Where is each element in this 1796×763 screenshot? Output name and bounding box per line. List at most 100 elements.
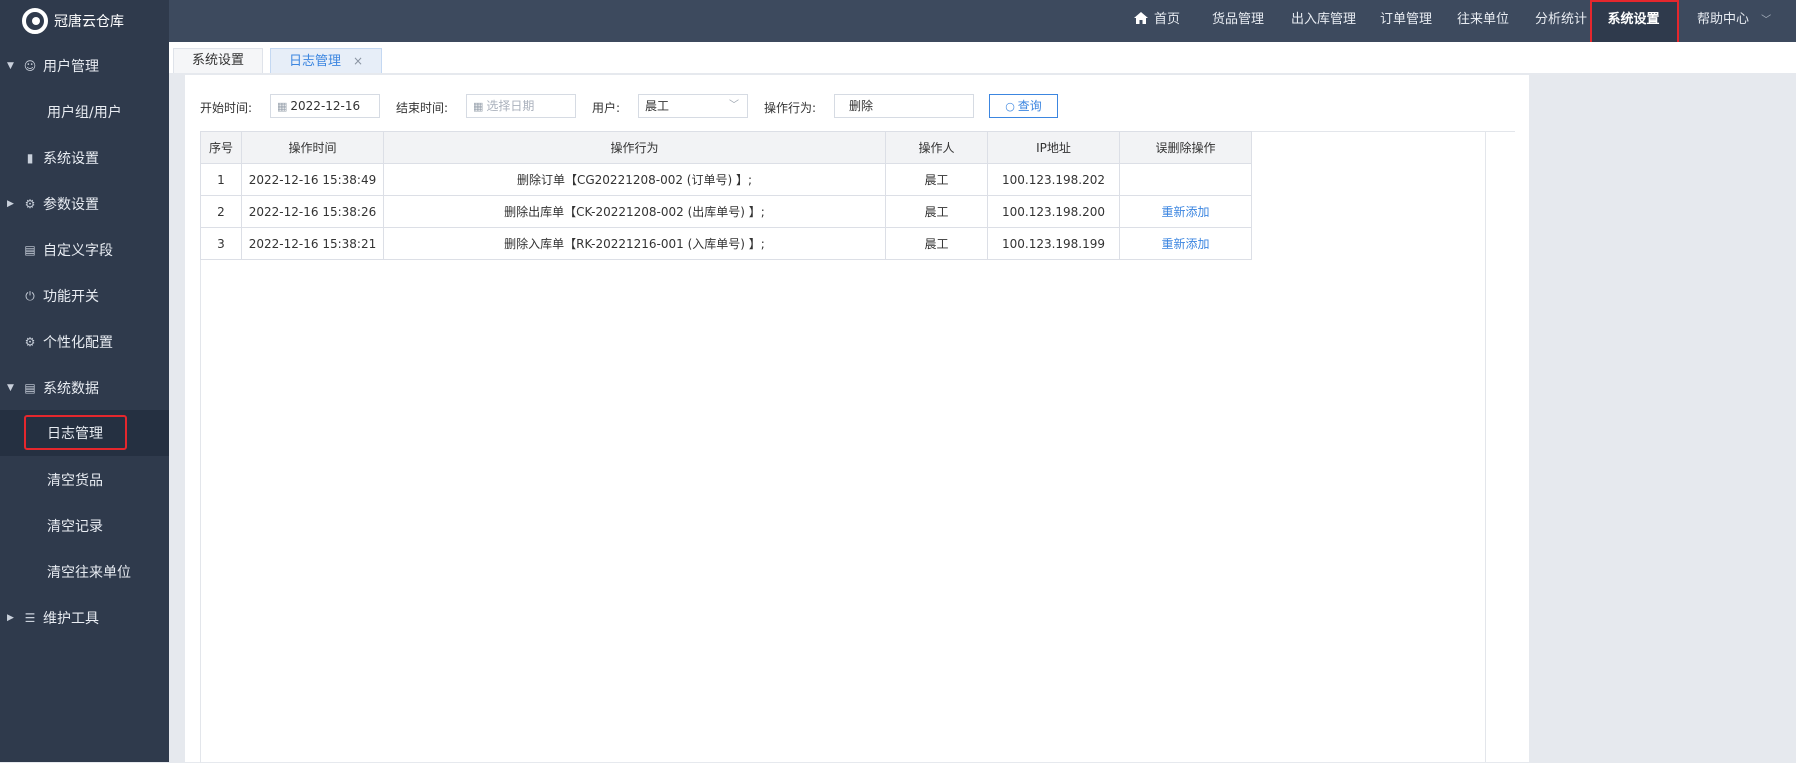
sidebar-item-label: 自定义字段 (43, 243, 113, 259)
nav-partners[interactable]: 往来单位 (1457, 0, 1509, 42)
action-input[interactable]: 删除 (834, 94, 974, 118)
user-select-value: 晨工 (645, 99, 670, 113)
chevron-down-icon: ﹀ (1761, 15, 1772, 26)
sidebar-item-label: 个性化配置 (43, 335, 113, 351)
sidebar-item-maintenance-tools[interactable]: ▶ ☰ 维护工具 (0, 595, 169, 641)
caret-down-icon: ▼ (7, 61, 14, 71)
highlight-box-sidebar (24, 415, 127, 450)
col-header: 操作时间 (241, 131, 384, 164)
nav-label: 帮助中心 (1697, 12, 1750, 27)
cell-operator: 晨工 (885, 195, 988, 228)
cell-time: 2022-12-16 15:38:49 (241, 163, 384, 196)
user-icon: ☺ (23, 59, 37, 73)
sidebar-item-label: 用户组/用户 (47, 105, 122, 121)
logo-icon (22, 8, 48, 34)
end-date-placeholder: 选择日期 (486, 99, 535, 113)
cell-index: 3 (200, 227, 242, 260)
caret-right-icon: ▶ (7, 199, 14, 209)
query-button[interactable]: ○ 查询 (989, 94, 1058, 118)
sidebar-item-clear-goods[interactable]: 清空货品 (0, 457, 169, 503)
calendar-icon: ▦ (277, 100, 288, 113)
top-navbar: 首页 货品管理 出入库管理 订单管理 往来单位 分析统计 系统设置 帮助中心 ﹀ (169, 0, 1796, 42)
sidebar-item-feature-switch[interactable]: ⏻ 功能开关 (0, 273, 169, 319)
sidebar-item-clear-partners[interactable]: 清空往来单位 (0, 549, 169, 595)
search-icon: ○ (1005, 100, 1015, 113)
gear-icon: ⚙ (24, 335, 36, 349)
query-button-label: 查询 (1017, 99, 1042, 113)
action-label: 操作行为: (764, 101, 817, 115)
col-header: 序号 (200, 131, 242, 164)
sidebar-item-user-groups[interactable]: 用户组/用户 (0, 89, 169, 135)
start-date-input[interactable]: ▦ 2022-12-16 (270, 94, 380, 118)
nav-home[interactable]: 首页 (1134, 0, 1180, 42)
col-header: IP地址 (987, 131, 1120, 164)
start-date-value: 2022-12-16 (290, 99, 361, 113)
cell-action: 删除订单【CG20221208-002 (订单号) 】; (383, 163, 886, 196)
sidebar-item-clear-records[interactable]: 清空记录 (0, 503, 169, 549)
cell-time: 2022-12-16 15:38:26 (241, 195, 384, 228)
gear-icon: ⚙ (24, 197, 36, 211)
nav-orders[interactable]: 订单管理 (1380, 0, 1432, 42)
power-icon: ⏻ (25, 288, 35, 303)
sidebar: 冠唐云仓库 ▼ ☺ 用户管理 用户组/用户 ▮ 系统设置 ▶ ⚙ 参数设置 ▤ … (0, 0, 169, 762)
close-icon[interactable]: × (353, 54, 363, 68)
sidebar-item-user-management[interactable]: ▼ ☺ 用户管理 (0, 43, 169, 89)
nav-analytics[interactable]: 分析统计 (1535, 0, 1587, 42)
end-time-label: 结束时间: (396, 101, 449, 115)
tab-label: 日志管理 (289, 54, 342, 69)
sidebar-item-label: 清空往来单位 (47, 565, 131, 581)
table-row: 3 2022-12-16 15:38:21 删除入库单【RK-20221216-… (200, 227, 1252, 260)
table-header-row: 序号 操作时间 操作行为 操作人 IP地址 误删除操作 (200, 131, 1252, 164)
home-icon (1134, 12, 1148, 24)
cell-operator: 晨工 (885, 163, 988, 196)
sidebar-item-label: 参数设置 (43, 197, 99, 213)
col-header: 操作人 (885, 131, 988, 164)
start-time-label: 开始时间: (200, 101, 253, 115)
sidebar-item-label: 清空货品 (47, 473, 103, 489)
tab-bar: 系统设置 日志管理 × (169, 42, 1796, 73)
cell-index: 1 (200, 163, 242, 196)
nav-label: 首页 (1154, 12, 1181, 27)
sidebar-item-label: 维护工具 (43, 611, 99, 627)
col-header: 误删除操作 (1119, 131, 1252, 164)
sidebar-item-label: 功能开关 (43, 289, 99, 305)
sidebar-item-label: 系统数据 (43, 381, 99, 397)
end-date-input[interactable]: ▦ 选择日期 (466, 94, 576, 118)
sidebar-item-parameter-settings[interactable]: ▶ ⚙ 参数设置 (0, 181, 169, 227)
sidebar-item-custom-fields[interactable]: ▤ 自定义字段 (0, 227, 169, 273)
nav-help[interactable]: 帮助中心 ﹀ (1697, 0, 1771, 42)
table-area-border (1485, 131, 1486, 762)
highlight-box-nav (1590, 0, 1679, 44)
database-icon: ▤ (24, 381, 36, 395)
app-logo[interactable]: 冠唐云仓库 (0, 0, 169, 42)
document-icon: ▤ (24, 243, 36, 257)
nav-goods[interactable]: 货品管理 (1212, 0, 1264, 42)
caret-right-icon: ▶ (7, 613, 14, 623)
cell-index: 2 (200, 195, 242, 228)
cell-ip: 100.123.198.202 (987, 163, 1120, 196)
sidebar-item-label: 系统设置 (43, 151, 99, 167)
calendar-icon: ▦ (473, 100, 484, 113)
tab-system-settings[interactable]: 系统设置 (173, 48, 264, 73)
user-label: 用户: (592, 101, 621, 115)
nav-inout[interactable]: 出入库管理 (1291, 0, 1356, 42)
cell-time: 2022-12-16 15:38:21 (241, 227, 384, 260)
re-add-link[interactable]: 重新添加 (1119, 227, 1252, 260)
cell-ip: 100.123.198.200 (987, 195, 1120, 228)
sidebar-item-personalization[interactable]: ⚙ 个性化配置 (0, 319, 169, 365)
cell-operator: 晨工 (885, 227, 988, 260)
tab-log-management[interactable]: 日志管理 × (270, 48, 383, 73)
stack-icon: ☰ (24, 611, 36, 625)
sidebar-item-system-settings[interactable]: ▮ 系统设置 (0, 135, 169, 181)
main-panel: 开始时间: ▦ 2022-12-16 结束时间: ▦ 选择日期 用户: 晨工 ﹀ 操… (185, 75, 1529, 763)
cell-restore (1119, 163, 1252, 196)
sidebar-item-label: 用户管理 (43, 59, 99, 75)
cell-action: 删除入库单【RK-20221216-001 (入库单号) 】; (383, 227, 886, 260)
table-row: 1 2022-12-16 15:38:49 删除订单【CG20221208-00… (200, 163, 1252, 196)
monitor-icon: ▮ (26, 151, 34, 165)
user-select[interactable]: 晨工 ﹀ (638, 94, 748, 118)
re-add-link[interactable]: 重新添加 (1119, 195, 1252, 228)
sidebar-item-system-data[interactable]: ▼ ▤ 系统数据 (0, 365, 169, 411)
cell-action: 删除出库单【CK-20221208-002 (出库单号) 】; (383, 195, 886, 228)
app-name: 冠唐云仓库 (54, 14, 124, 30)
